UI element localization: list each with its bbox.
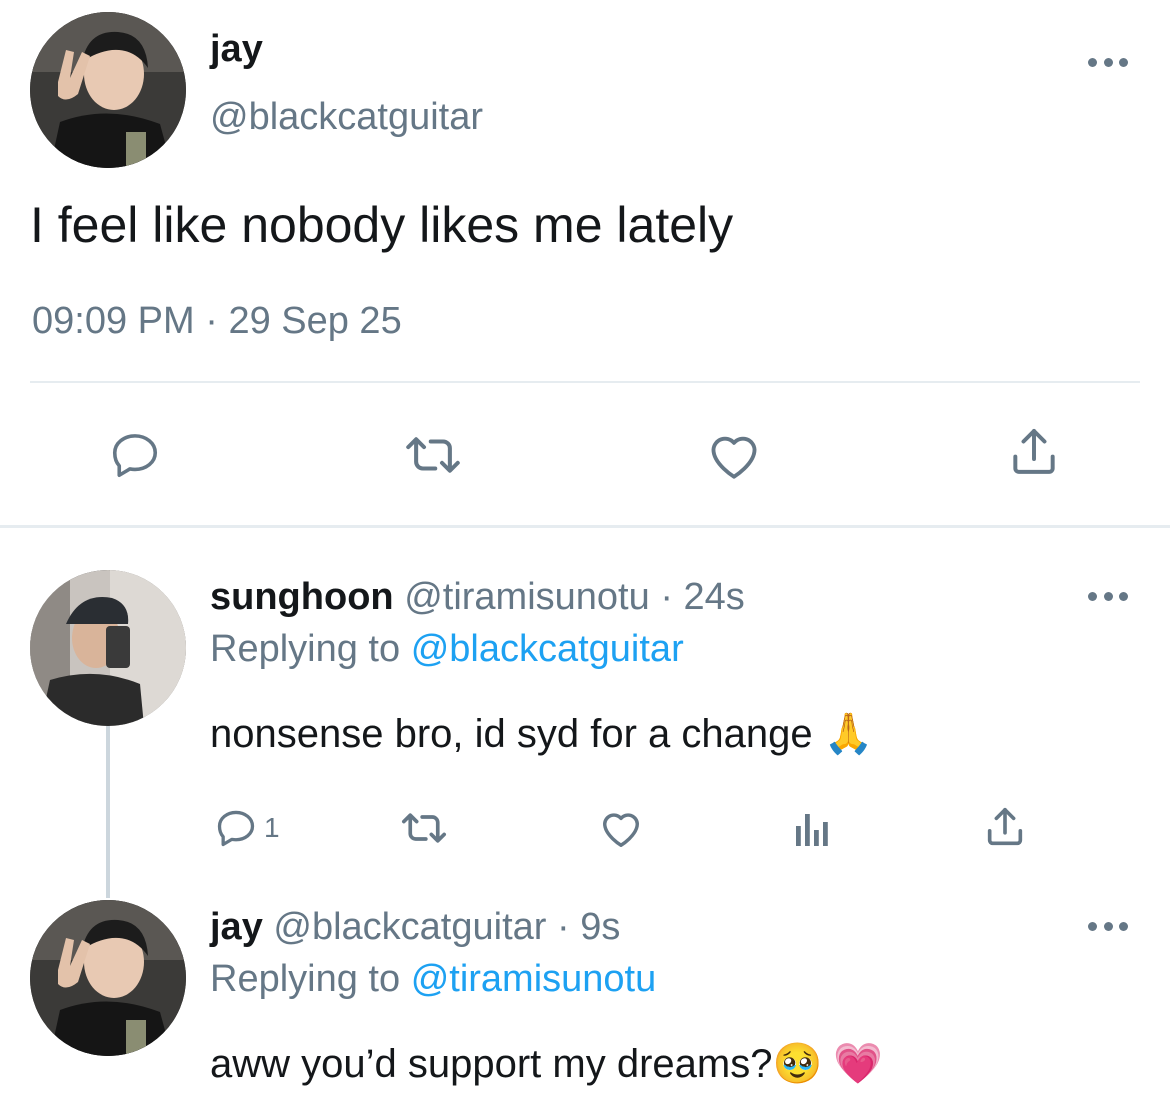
tweet-timestamp: 09:09 PM · 29 Sep 25 (32, 300, 402, 343)
thread-connector (106, 726, 110, 898)
like-button[interactable] (598, 806, 644, 850)
reply-author-name[interactable]: sunghoon (210, 576, 394, 618)
retweet-button[interactable] (400, 428, 466, 482)
like-icon (711, 436, 757, 479)
reply-age: 9s (580, 906, 621, 948)
author-avatar[interactable] (30, 12, 186, 168)
like-button[interactable] (705, 428, 763, 482)
replying-prefix: Replying to (210, 628, 401, 670)
reply-age: 24s (683, 576, 745, 618)
more-options-icon[interactable] (1088, 592, 1128, 604)
author-name[interactable]: jay (210, 28, 263, 71)
tweet-text: I feel like nobody likes me lately (30, 197, 734, 253)
reply-button[interactable] (108, 428, 162, 482)
header-separator: · (660, 576, 673, 618)
reply-avatar[interactable] (30, 570, 186, 726)
timestamp-separator: · (205, 300, 218, 342)
retweet-icon (402, 813, 446, 843)
analytics-icon (796, 814, 828, 846)
tweet-time: 09:09 PM (32, 300, 195, 342)
author-handle[interactable]: @blackcatguitar (210, 96, 483, 139)
reply-button[interactable]: 1 (214, 806, 280, 850)
analytics-button[interactable] (792, 806, 832, 850)
reply-text: aww you’d support my dreams?🥹 💗 (210, 1042, 884, 1086)
share-button[interactable] (982, 804, 1028, 850)
reply-author-handle[interactable]: @blackcatguitar (273, 906, 546, 948)
reply-author-handle[interactable]: @tiramisunotu (404, 576, 650, 618)
retweet-button[interactable] (397, 806, 451, 850)
replying-mention-link[interactable]: @tiramisunotu (411, 958, 657, 1000)
header-separator: · (557, 906, 570, 948)
replying-to: Replying to @tiramisunotu (210, 958, 656, 1001)
section-divider (0, 525, 1170, 528)
reply-count: 1 (264, 812, 280, 843)
divider (30, 381, 1140, 383)
reply-header: jay @blackcatguitar · 9s (210, 906, 620, 949)
reply-author-name[interactable]: jay (210, 906, 263, 948)
share-icon (987, 807, 1023, 846)
like-icon (602, 813, 640, 847)
more-options-icon[interactable] (1088, 58, 1128, 70)
reply-header: sunghoon @tiramisunotu · 24s (210, 576, 745, 619)
reply-avatar[interactable] (30, 900, 186, 1056)
replying-to: Replying to @blackcatguitar (210, 628, 684, 671)
replying-prefix: Replying to (210, 958, 401, 1000)
reply-text: nonsense bro, id syd for a change 🙏 (210, 712, 874, 756)
share-button[interactable] (1006, 424, 1062, 480)
share-icon (1013, 429, 1055, 474)
more-options-icon[interactable] (1088, 922, 1128, 934)
replying-mention-link[interactable]: @blackcatguitar (411, 628, 684, 670)
reply-icon (112, 434, 158, 478)
retweet-icon (406, 437, 460, 473)
tweet-date: 29 Sep 25 (228, 300, 402, 342)
reply-icon (217, 810, 255, 847)
